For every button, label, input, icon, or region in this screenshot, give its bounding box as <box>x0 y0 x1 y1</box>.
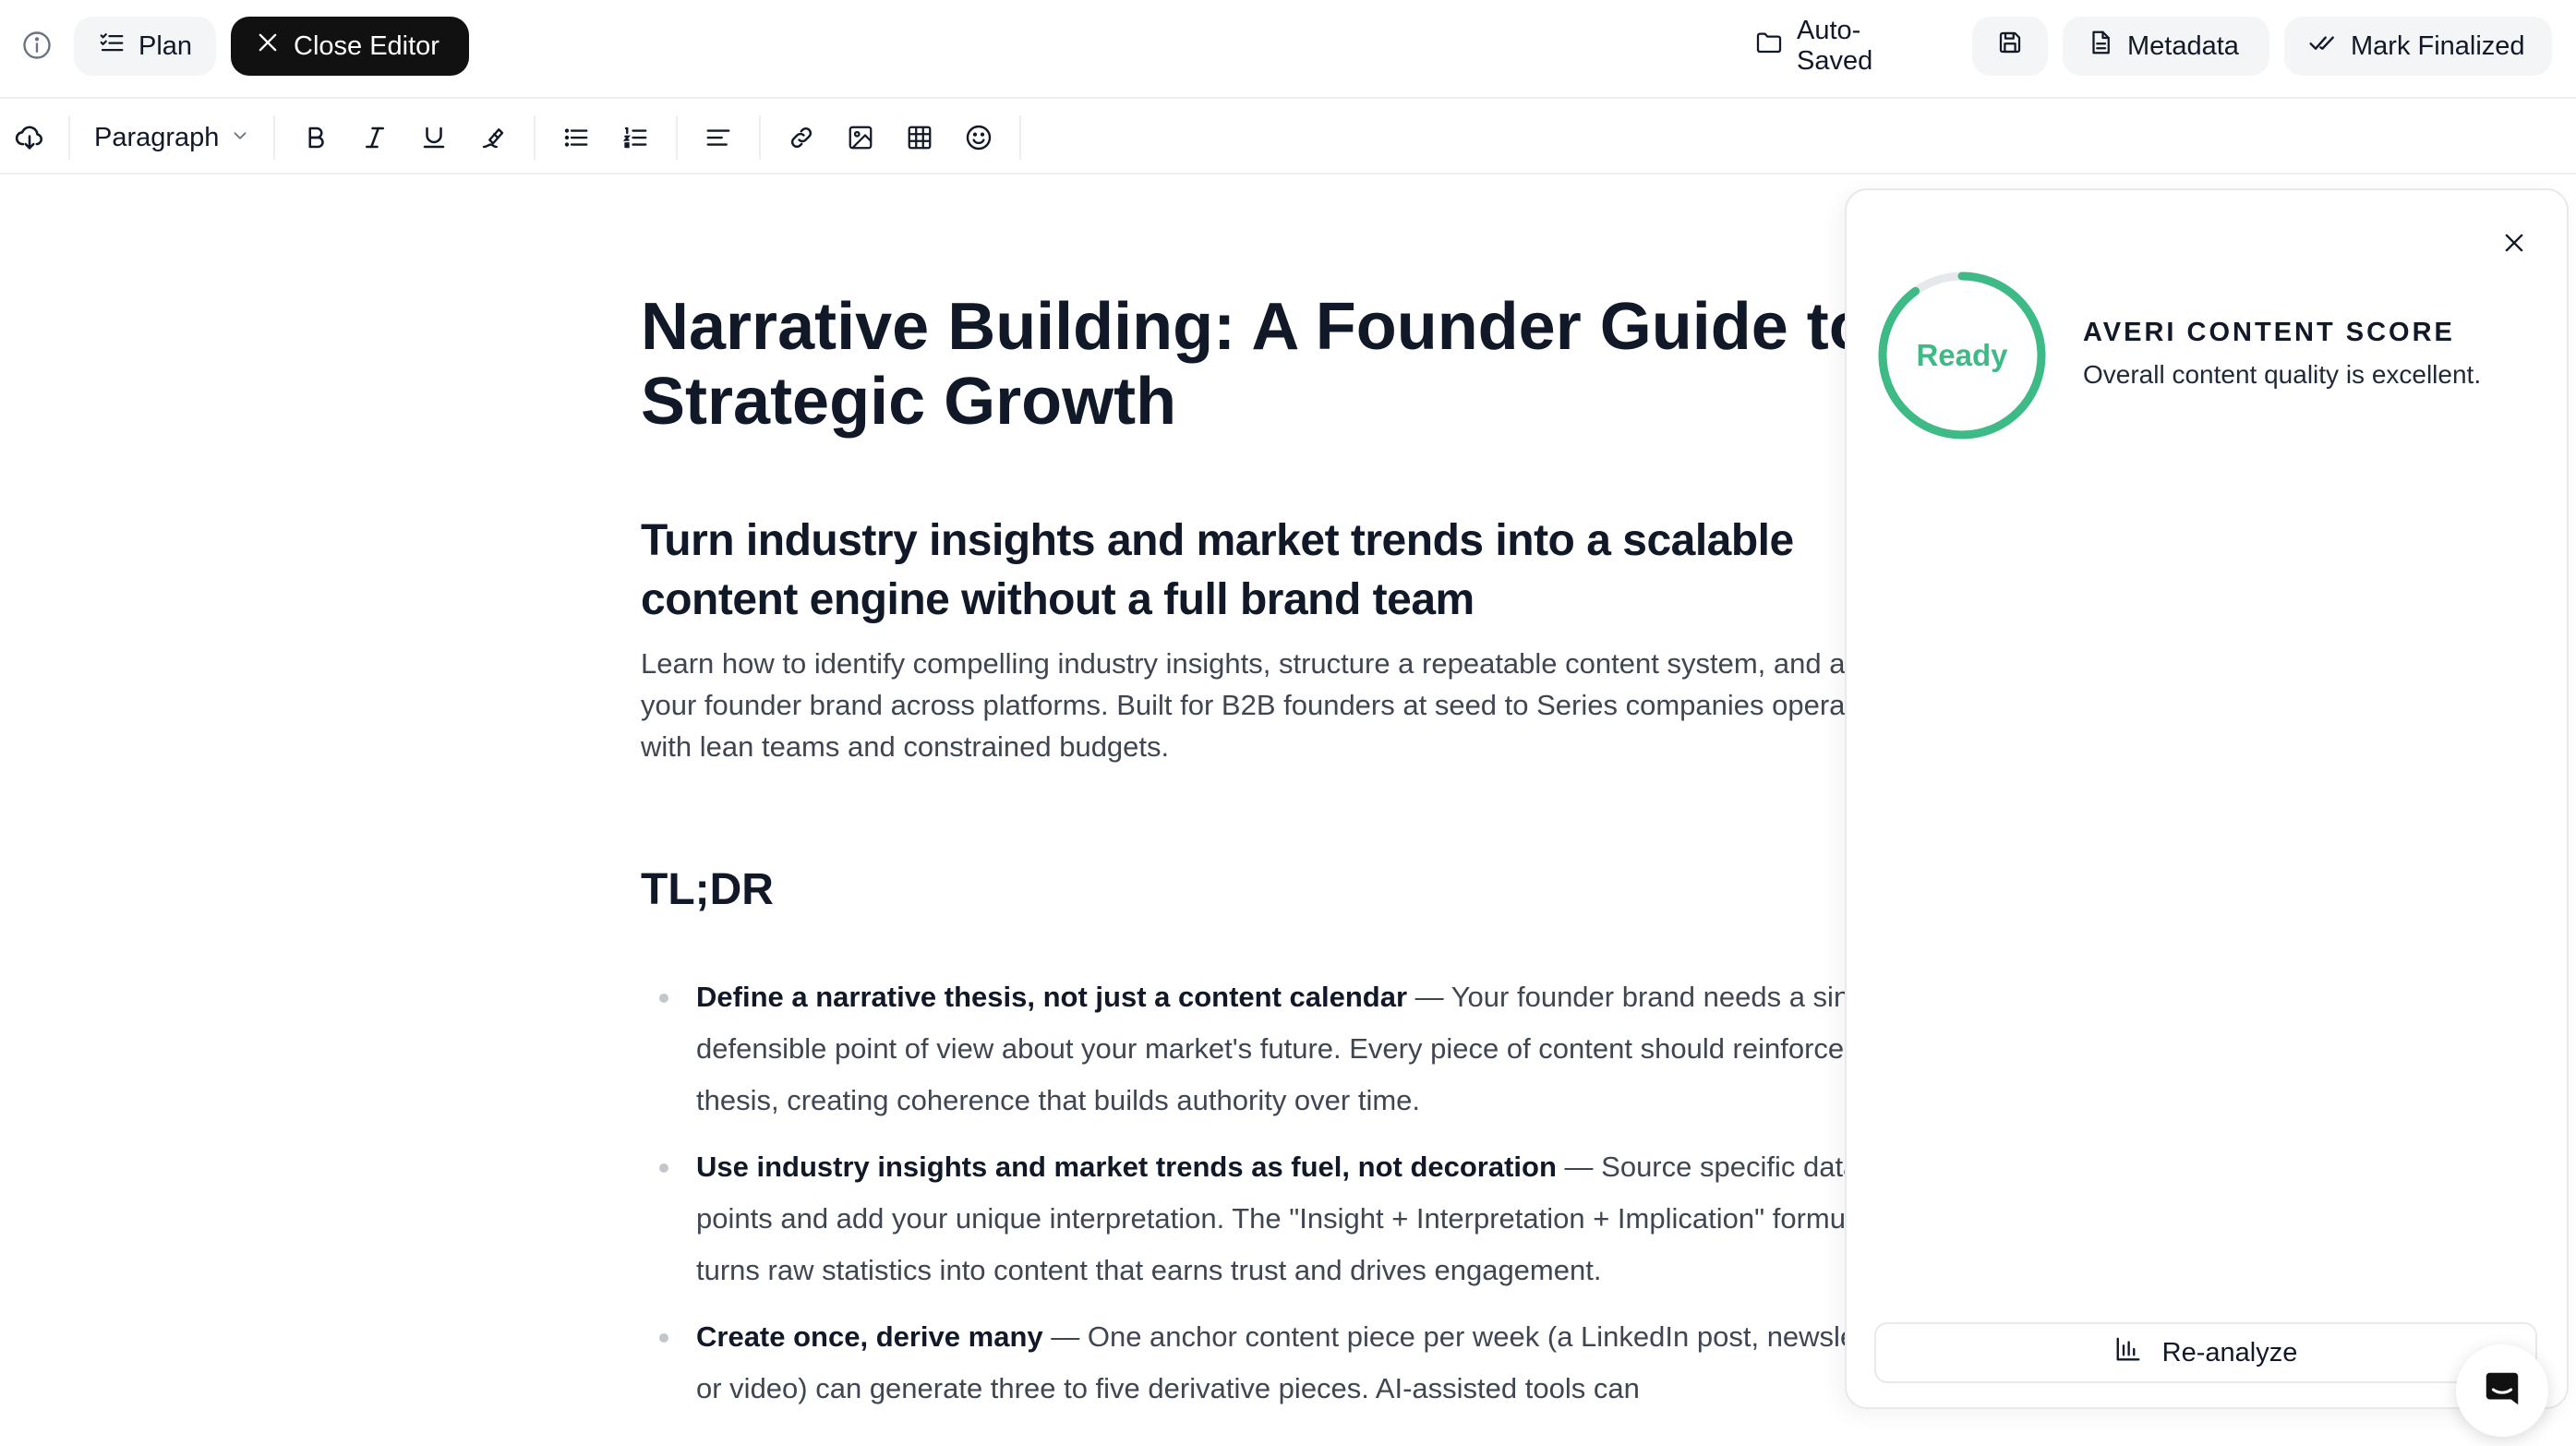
autosaved-label: Auto-Saved <box>1797 16 1873 76</box>
chat-icon <box>2481 1368 2523 1415</box>
cloud-download-icon[interactable] <box>11 119 48 156</box>
block-style-value: Paragraph <box>94 122 220 152</box>
reanalyze-button[interactable]: Re-analyze <box>1874 1322 2537 1383</box>
tldr-heading[interactable]: TL;DR <box>641 864 774 915</box>
bullet-dot <box>659 1163 668 1173</box>
document-icon <box>2087 29 2114 64</box>
italic-icon[interactable] <box>356 119 393 156</box>
plan-button[interactable]: Plan <box>74 17 216 76</box>
bold-icon[interactable] <box>297 119 334 156</box>
toolbar-divider <box>534 115 536 160</box>
emoji-icon[interactable] <box>960 119 997 156</box>
table-icon[interactable] <box>901 119 938 156</box>
toolbar-divider <box>759 115 761 160</box>
metadata-button[interactable]: Metadata <box>2063 17 2269 76</box>
bullet-dot <box>659 1333 668 1343</box>
link-icon[interactable] <box>783 119 820 156</box>
autosaved-status: Auto-Saved <box>1730 16 1950 76</box>
bullet-dot <box>659 994 668 1003</box>
tldr-list: Define a narrative thesis, not just a co… <box>641 971 1930 1429</box>
bullet-lead: Use industry insights and market trends … <box>696 1151 1557 1183</box>
score-heading: AVERI CONTENT SCORE <box>2083 318 2455 347</box>
numbered-list-icon[interactable] <box>617 119 654 156</box>
document-subtitle[interactable]: Turn industry insights and market trends… <box>641 512 1930 630</box>
bar-chart-icon <box>2114 1335 2142 1370</box>
block-style-dropdown[interactable]: Paragraph <box>94 119 250 156</box>
close-editor-label: Close Editor <box>294 30 439 61</box>
bullet-lead: Define a narrative thesis, not just a co… <box>696 981 1408 1013</box>
mark-finalized-label: Mark Finalized <box>2351 30 2525 61</box>
mark-finalized-button[interactable]: Mark Finalized <box>2284 17 2552 76</box>
toolbar-divider <box>676 115 678 160</box>
underline-icon[interactable] <box>415 119 452 156</box>
document-editor[interactable]: Narrative Building: A Founder Guide to S… <box>641 175 1930 1446</box>
clear-format-icon[interactable] <box>475 119 512 156</box>
toolbar-divider <box>1019 115 1021 160</box>
folder-icon <box>1754 28 1784 65</box>
bullet-list-icon[interactable] <box>558 119 595 156</box>
image-icon[interactable] <box>842 119 879 156</box>
toolbar-divider <box>273 115 275 160</box>
format-toolbar: Paragraph <box>0 101 2576 175</box>
close-editor-button[interactable]: Close Editor <box>231 17 469 76</box>
document-title[interactable]: Narrative Building: A Founder Guide to S… <box>641 290 1930 440</box>
document-description[interactable]: Learn how to identify compelling industr… <box>641 643 1930 767</box>
save-icon <box>1996 29 2024 64</box>
chat-launcher-button[interactable] <box>2456 1344 2548 1437</box>
toolbar-divider <box>68 115 70 160</box>
close-icon[interactable] <box>2498 227 2530 259</box>
bullet-lead: Create once, derive many <box>696 1320 1043 1353</box>
info-icon[interactable] <box>20 29 54 62</box>
reanalyze-label: Re-analyze <box>2161 1337 2298 1368</box>
align-left-icon[interactable] <box>700 119 737 156</box>
list-item[interactable]: Define a narrative thesis, not just a co… <box>641 971 1930 1127</box>
close-icon <box>255 30 281 63</box>
score-description: Overall content quality is excellent. <box>2083 360 2482 389</box>
plan-list-icon <box>98 29 126 64</box>
chevron-down-icon <box>230 123 250 153</box>
metadata-label: Metadata <box>2127 30 2239 61</box>
double-check-icon <box>2308 28 2338 65</box>
content-score-panel: Ready AVERI CONTENT SCORE Overall conten… <box>1845 188 2569 1409</box>
top-bar: Plan Close Editor Auto-Saved Metadata Ma… <box>0 0 2576 99</box>
plan-button-label: Plan <box>138 30 193 61</box>
score-status: Ready <box>1916 338 2008 372</box>
list-item[interactable]: Use industry insights and market trends … <box>641 1141 1930 1296</box>
save-button[interactable] <box>1972 17 2048 76</box>
list-item[interactable]: Create once, derive many — One anchor co… <box>641 1311 1930 1415</box>
